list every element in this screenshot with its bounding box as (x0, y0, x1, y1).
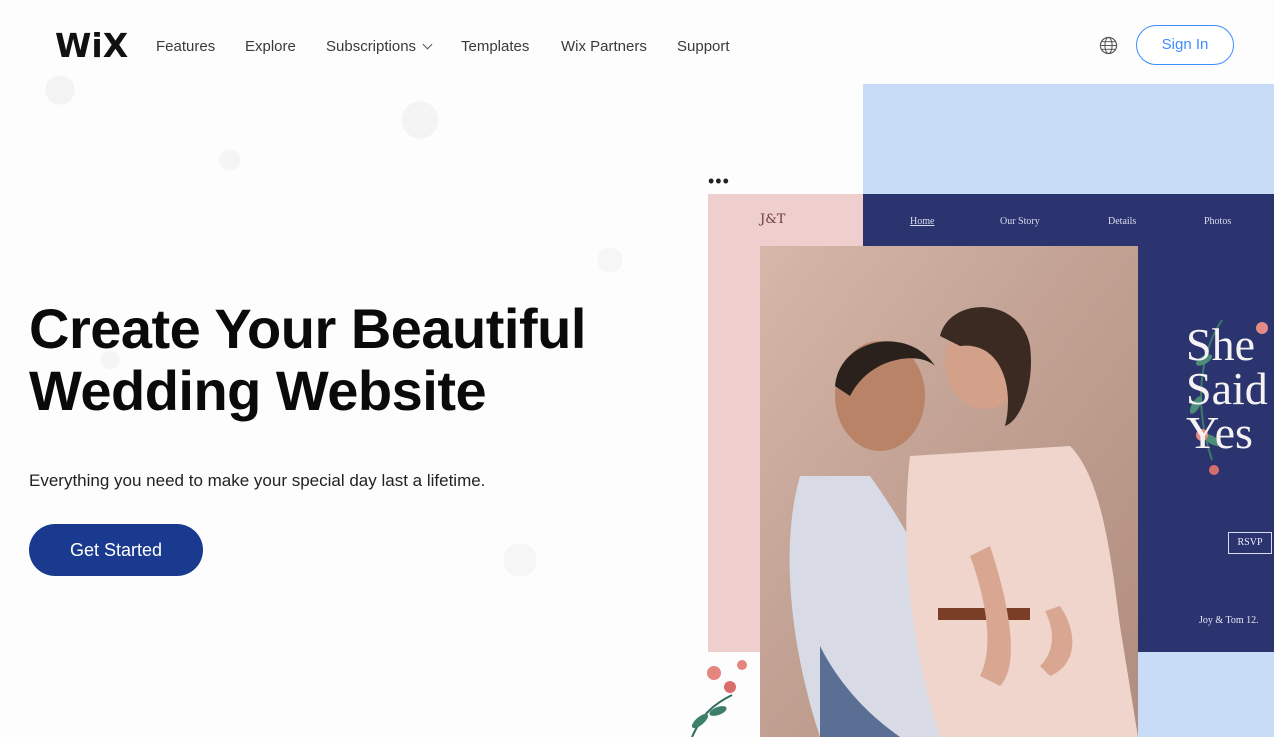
chevron-down-icon (422, 39, 433, 50)
mockup-headline-said: Said (1186, 363, 1268, 414)
mockup-names-date: Joy & Tom 12. (1199, 615, 1259, 626)
mockup-nav-our-story: Our Story (1000, 216, 1040, 227)
mockup-rsvp-button: RSVP (1228, 532, 1272, 554)
hero-title-line-2: Wedding Website (29, 359, 487, 422)
mockup-headline-she: She (1186, 319, 1255, 370)
nav-link-templates[interactable]: Templates (461, 38, 529, 55)
sign-in-button[interactable]: Sign In (1136, 25, 1234, 65)
nav-link-explore[interactable]: Explore (245, 38, 296, 55)
get-started-button[interactable]: Get Started (29, 524, 203, 576)
couple-photo (760, 246, 1138, 737)
subscriptions-label: Subscriptions (326, 38, 417, 55)
nav-link-support[interactable]: Support (677, 38, 730, 55)
wix-logo[interactable]: WiX (55, 26, 128, 65)
mockup-monogram: J&T (760, 212, 786, 227)
top-navigation: WiX Features Explore Subscriptions Templ… (0, 0, 1274, 94)
hero-title: Create Your Beautiful Wedding Website (29, 298, 729, 422)
floral-bottom-icon (691, 660, 747, 737)
nav-link-features[interactable]: Features (156, 38, 215, 55)
nav-link-subscriptions[interactable]: Subscriptions (326, 38, 433, 55)
hero-subtitle: Everything you need to make your special… (29, 471, 486, 490)
globe-icon[interactable] (1099, 36, 1118, 55)
nav-link-wix-partners[interactable]: Wix Partners (561, 38, 647, 55)
mockup-nav-home: Home (910, 216, 935, 227)
mockup-nav-details: Details (1108, 216, 1137, 227)
more-dots-icon: ••• (708, 171, 730, 191)
mockup-headline: She Said Yes (1186, 319, 1274, 458)
hero-title-line-1: Create Your Beautiful (29, 297, 586, 360)
mockup-nav-photos: Photos (1204, 216, 1232, 227)
couple-illustration (760, 246, 1138, 737)
mockup-headline-yes: Yes (1186, 407, 1253, 458)
